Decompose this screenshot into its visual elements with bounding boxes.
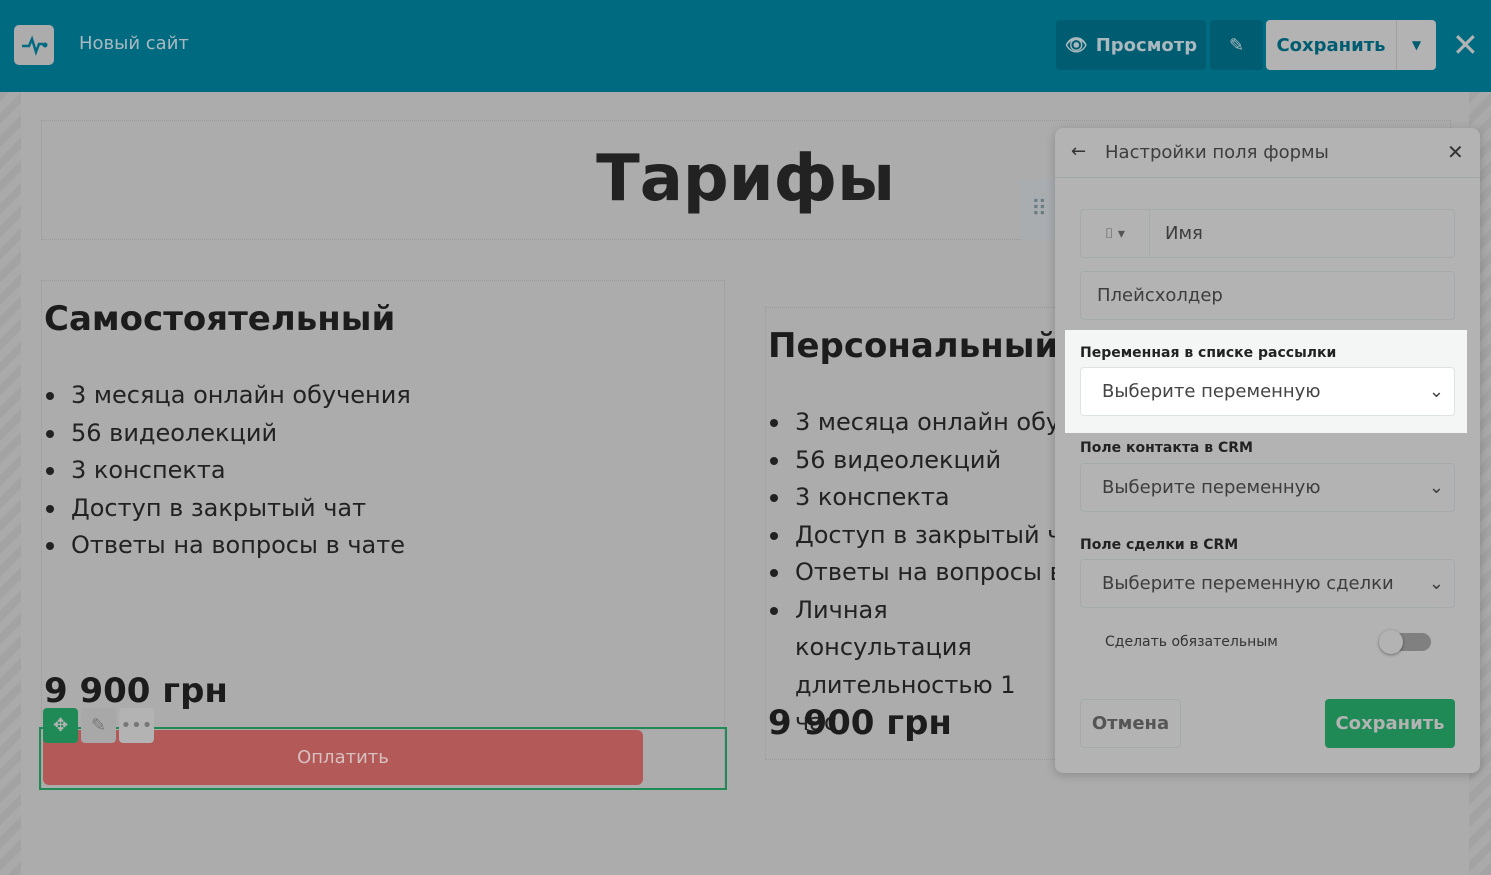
list-item: Доступ в закрытый чат: [766, 517, 1064, 555]
field-type-dropdown[interactable]: ⌷ ▾: [1081, 210, 1150, 257]
form-field-settings-panel: ← Настройки поля формы ✕ ⌷ ▾ Имя Плейсхо…: [1055, 128, 1480, 773]
contact-field-select[interactable]: Выберите переменную ⌄: [1080, 463, 1455, 512]
more-icon[interactable]: •••: [119, 708, 154, 743]
feature-list: 3 месяца онлайн обучения 56 видеолекций …: [42, 377, 411, 565]
list-item: 3 конспекта: [766, 479, 1064, 517]
pencil-icon[interactable]: ✎: [81, 708, 116, 743]
contact-field-label: Поле контакта в CRM: [1080, 440, 1253, 456]
preview-label: Просмотр: [1095, 34, 1198, 56]
select-value: Выберите переменную сделки: [1102, 573, 1394, 594]
select-value: Выберите переменную: [1102, 381, 1321, 402]
list-item: Ответы на вопросы в чате: [42, 527, 411, 565]
deal-field-select[interactable]: Выберите переменную сделки ⌄: [1080, 559, 1455, 608]
card-title: Персональный: [768, 326, 1059, 366]
move-icon[interactable]: ✥: [43, 708, 78, 743]
mailing-variable-select[interactable]: Выберите переменную ⌄: [1080, 367, 1455, 416]
caret-down-icon[interactable]: ▼: [1396, 20, 1436, 70]
chevron-down-icon: ⌄: [1428, 477, 1444, 498]
select-value: Выберите переменную: [1102, 477, 1321, 498]
close-icon[interactable]: ✕: [1447, 140, 1464, 164]
list-item: 3 конспекта: [42, 452, 411, 490]
back-arrow-icon[interactable]: ←: [1071, 141, 1086, 162]
eye-icon: 👁: [1064, 34, 1088, 56]
mailing-variable-label: Переменная в списке рассылки: [1080, 345, 1337, 361]
list-item: 3 месяца онлайн обучения: [42, 377, 411, 415]
required-label: Сделать обязательным: [1105, 634, 1278, 650]
field-name-input[interactable]: ⌷ ▾ Имя: [1080, 209, 1455, 258]
tariff-card[interactable]: Персональный 3 месяца онлайн обучения 56…: [765, 307, 1065, 760]
list-item: 56 видеолекций: [766, 442, 1064, 480]
price: 9 900 грн: [44, 671, 228, 711]
highlighted-section: Переменная в списке рассылки Выберите пе…: [1065, 330, 1467, 433]
chevron-down-icon: ⌄: [1428, 381, 1444, 402]
design-tools-icon[interactable]: ✎: [1210, 20, 1263, 70]
panel-header: ← Настройки поля формы ✕: [1055, 128, 1480, 178]
site-name[interactable]: Новый сайт: [79, 33, 189, 54]
card-title: Самостоятельный: [44, 299, 396, 339]
save-button[interactable]: Сохранить: [1325, 699, 1455, 748]
panel-title: Настройки поля формы: [1105, 142, 1329, 163]
close-icon[interactable]: ✕: [1452, 26, 1479, 64]
placeholder-input[interactable]: Плейсхолдер: [1080, 271, 1455, 320]
save-button[interactable]: Сохранить: [1266, 20, 1396, 70]
list-item: Доступ в закрытый чат: [42, 490, 411, 528]
cancel-button[interactable]: Отмена: [1080, 699, 1181, 748]
list-item: Ответы на вопросы в чате: [766, 554, 1064, 592]
price: 9 900 грн: [768, 703, 952, 743]
list-item: 56 видеолекций: [42, 415, 411, 453]
feature-list: 3 месяца онлайн обучения 56 видеолекций …: [766, 404, 1064, 742]
required-toggle[interactable]: [1379, 630, 1431, 654]
list-item: 3 месяца онлайн обучения: [766, 404, 1064, 442]
pulse-logo-icon[interactable]: [14, 25, 54, 65]
field-name-value: Имя: [1165, 223, 1203, 244]
chevron-down-icon: ⌄: [1428, 573, 1444, 594]
drag-handle-icon[interactable]: ⠿: [1019, 178, 1059, 240]
preview-button[interactable]: 👁 Просмотр: [1056, 20, 1206, 70]
deal-field-label: Поле сделки в CRM: [1080, 537, 1239, 553]
